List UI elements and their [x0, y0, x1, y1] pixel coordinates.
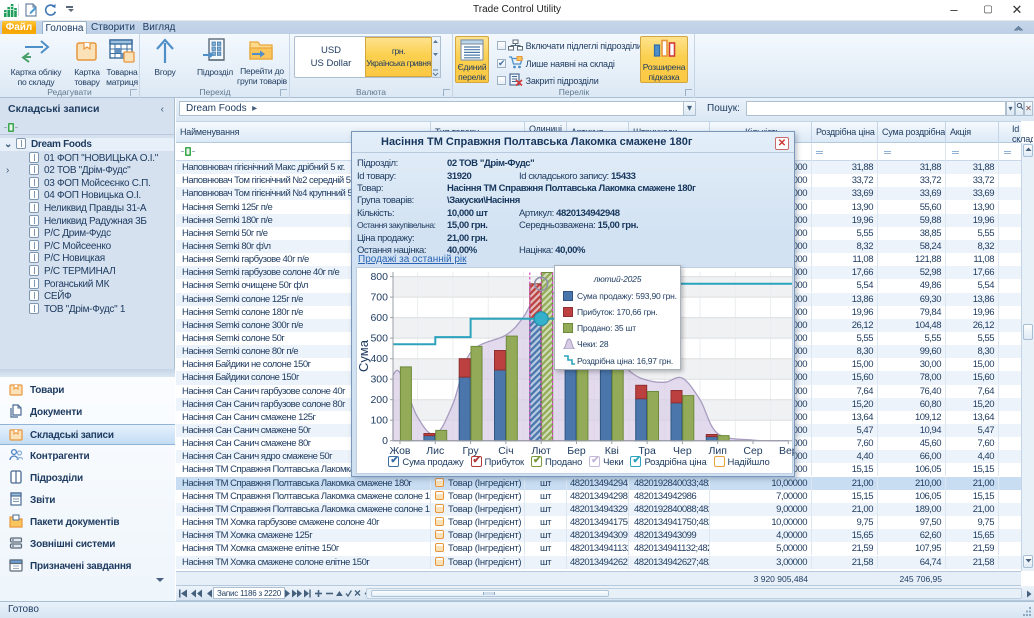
- svg-text:100: 100: [370, 415, 388, 427]
- svg-text:200: 200: [370, 394, 388, 406]
- svg-text:700: 700: [370, 292, 388, 304]
- svg-text:600: 600: [370, 312, 388, 324]
- svg-text:300: 300: [370, 374, 388, 386]
- svg-text:400: 400: [370, 353, 388, 365]
- svg-text:800: 800: [370, 271, 388, 283]
- svg-text:0: 0: [382, 435, 388, 447]
- svg-text:Сума: Сума: [357, 339, 371, 372]
- svg-text:500: 500: [370, 333, 388, 345]
